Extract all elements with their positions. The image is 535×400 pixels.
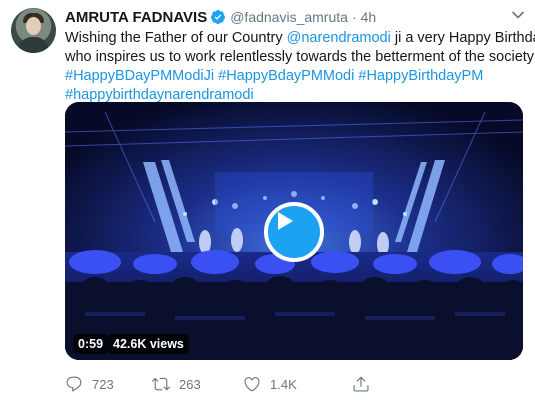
reply-icon xyxy=(66,376,82,392)
verified-badge-icon xyxy=(210,9,226,25)
like-button[interactable]: 1.4K xyxy=(243,375,297,393)
tweet-text-segment: ji a very Happy Birthday - xyxy=(394,30,535,46)
video-duration: 0:59 xyxy=(73,334,109,354)
separator-dot: · xyxy=(351,9,357,25)
hashtag-link[interactable]: #HappyBirthdayPM xyxy=(358,68,483,84)
tweet-text: Wishing the Father of our Country @naren… xyxy=(65,29,535,105)
hashtag-link[interactable]: #HappyBDayPMModiJi xyxy=(65,68,214,84)
retweet-button[interactable]: 263 xyxy=(152,375,201,393)
author-name[interactable]: AMRUTA FADNAVIS xyxy=(65,9,207,26)
tweet-text-segment: Wishing the Father of our Country xyxy=(65,30,287,46)
tweet-card[interactable]: AMRUTA FADNAVIS @fadnavis_amruta · 4h Wi… xyxy=(0,0,535,400)
avatar[interactable] xyxy=(11,8,56,53)
retweet-icon xyxy=(152,377,170,391)
mention-link[interactable]: @narendramodi xyxy=(287,30,391,46)
video-player[interactable]: 0:59 42.6K views xyxy=(65,102,523,360)
reply-count: 723 xyxy=(92,376,114,392)
video-views: 42.6K views xyxy=(108,334,189,354)
share-button[interactable] xyxy=(352,375,370,393)
retweet-count: 263 xyxy=(179,376,201,392)
tweet-timestamp[interactable]: 4h xyxy=(361,9,377,25)
tweet-text-line-2: who inspires us to work relentlessly tow… xyxy=(65,49,535,65)
avatar-face xyxy=(26,17,41,35)
like-count: 1.4K xyxy=(270,376,297,392)
hashtag-link[interactable]: #happybirthdaynarendramodi xyxy=(65,87,254,103)
tweet-hashtags-line-3: #HappyBDayPMModiJi #HappyBdayPMModi #Hap… xyxy=(65,67,525,86)
play-icon xyxy=(278,212,293,230)
chevron-down-icon[interactable] xyxy=(511,8,525,22)
tweet-header: AMRUTA FADNAVIS @fadnavis_amruta · 4h xyxy=(65,7,376,27)
share-icon xyxy=(353,376,369,392)
like-icon xyxy=(244,377,260,392)
hashtag-link[interactable]: #HappyBdayPMModi xyxy=(218,68,354,84)
avatar-body xyxy=(18,37,49,53)
tweet-actions: 723 263 1.4K xyxy=(65,375,395,393)
tweet-text-line-1: Wishing the Father of our Country @naren… xyxy=(65,29,535,48)
play-button[interactable] xyxy=(264,202,324,262)
reply-button[interactable]: 723 xyxy=(65,375,114,393)
author-handle[interactable]: @fadnavis_amruta xyxy=(230,9,348,25)
